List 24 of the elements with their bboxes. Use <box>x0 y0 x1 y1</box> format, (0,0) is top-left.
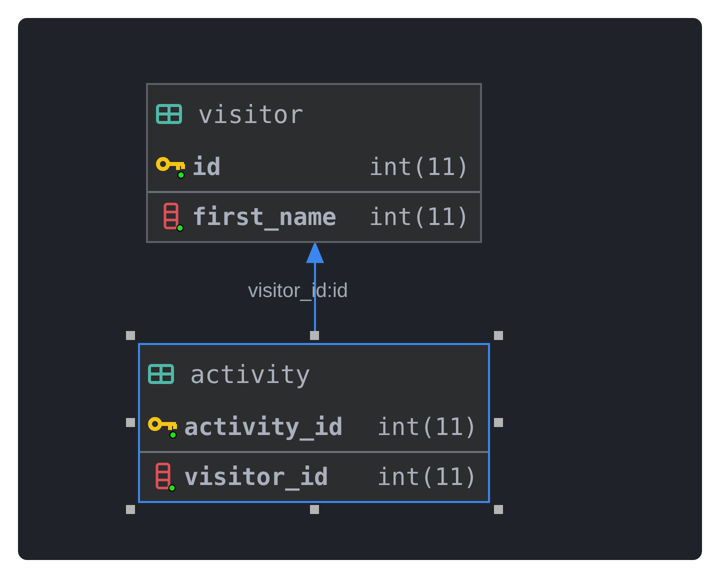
column-type: int(11) <box>376 413 478 441</box>
column-name: first_name <box>192 203 338 231</box>
resize-handle[interactable] <box>126 331 135 340</box>
column-name: id <box>192 153 222 181</box>
table-node[interactable]: visitor id int(11) first_name int(11) <box>146 83 482 243</box>
resize-handle[interactable] <box>494 418 503 427</box>
resize-handle[interactable] <box>310 331 319 340</box>
table-icon <box>156 104 182 124</box>
table-name: activity <box>190 360 310 388</box>
resize-handle[interactable] <box>494 505 503 514</box>
resize-handle[interactable] <box>126 505 135 514</box>
column-type: int(11) <box>368 153 470 181</box>
resize-handle[interactable] <box>494 331 503 340</box>
column-name: visitor_id <box>184 463 330 491</box>
key-icon <box>148 415 178 439</box>
key-icon <box>156 155 186 179</box>
table-icon <box>148 364 174 384</box>
resize-handle[interactable] <box>310 505 319 514</box>
resize-handle[interactable] <box>126 418 135 427</box>
column-type: int(11) <box>368 203 470 231</box>
column-name: activity_id <box>184 413 344 441</box>
table-name: visitor <box>198 100 304 128</box>
column-type: int(11) <box>376 463 478 491</box>
table-node[interactable]: activity activity_id int(11) visitor_id int(11) <box>138 343 490 503</box>
